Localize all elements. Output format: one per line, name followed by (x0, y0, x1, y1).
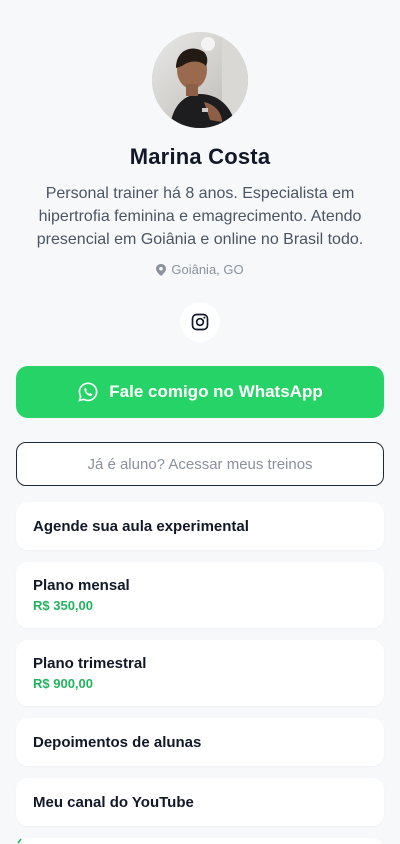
link-card-partial[interactable] (16, 838, 384, 844)
link-card-price: R$ 900,00 (33, 676, 93, 691)
check-icon (17, 838, 22, 844)
whatsapp-button-label: Fale comigo no WhatsApp (109, 382, 323, 401)
link-card-trial-class[interactable]: Agende sua aula experimental (16, 502, 384, 550)
profile-page: Marina Costa Personal trainer há 8 anos.… (0, 0, 400, 844)
avatar-photo (152, 32, 248, 128)
link-card-title: Agende sua aula experimental (33, 517, 249, 535)
profile-location: Goiânia, GO (0, 262, 400, 277)
link-card-title: Plano trimestral (33, 655, 147, 672)
link-card-monthly-plan[interactable]: Plano mensal R$ 350,00 (16, 562, 384, 628)
instagram-button[interactable] (180, 302, 220, 342)
link-card-price: R$ 350,00 (33, 598, 93, 613)
whatsapp-button[interactable]: Fale comigo no WhatsApp (16, 366, 384, 418)
link-card-quarterly-plan[interactable]: Plano trimestral R$ 900,00 (16, 640, 384, 706)
location-text: Goiânia, GO (171, 262, 244, 277)
link-card-testimonials[interactable]: Depoimentos de alunas (16, 718, 384, 766)
profile-bio: Personal trainer há 8 anos. Especialista… (36, 185, 364, 248)
instagram-icon (191, 313, 209, 331)
location-pin-icon (156, 263, 167, 276)
link-card-title: Plano mensal (33, 577, 130, 594)
avatar (152, 32, 248, 128)
whatsapp-icon (78, 382, 98, 402)
link-card-title: Meu canal do YouTube (33, 793, 194, 811)
profile-name: Marina Costa (129, 144, 271, 169)
student-access-button[interactable]: Já é aluno? Acessar meus treinos (16, 442, 384, 486)
student-access-label: Já é aluno? Acessar meus treinos (87, 455, 313, 473)
link-card-title: Depoimentos de alunas (33, 733, 202, 751)
link-card-youtube-channel[interactable]: Meu canal do YouTube (16, 778, 384, 826)
